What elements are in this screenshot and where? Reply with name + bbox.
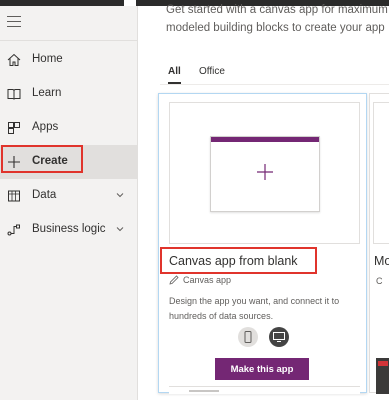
blank-canvas-illustration: [210, 136, 320, 212]
hamburger-menu-icon[interactable]: [7, 16, 21, 28]
canvas-app-card[interactable]: Canvas app from blank Canvas app Design …: [158, 93, 367, 394]
left-nav: Home Learn Apps Create Data Business log…: [0, 6, 138, 400]
intro-text: Get started with a canvas app for maximu…: [166, 1, 389, 37]
nav-item-label: Business logic: [32, 223, 106, 235]
create-highlight-box: [1, 145, 83, 173]
chevron-down-icon[interactable]: [116, 225, 124, 233]
intro-line-2: modeled building blocks to create your a…: [166, 22, 385, 34]
card2-title: Mo: [374, 254, 389, 268]
nav-item-label: Learn: [32, 87, 62, 99]
chevron-down-icon[interactable]: [116, 191, 124, 199]
model-app-card-peek[interactable]: Mo C: [369, 93, 389, 394]
tablet-layout-icon[interactable]: [269, 327, 289, 347]
apps-icon: [8, 122, 20, 134]
nav-item-label: Apps: [32, 121, 59, 133]
flow-icon: [7, 224, 20, 236]
plus-icon: [257, 164, 273, 180]
table-icon: [8, 190, 20, 202]
card-subtitle: Canvas app: [169, 275, 231, 285]
home-icon: [7, 53, 21, 66]
make-this-app-button[interactable]: Make this app: [215, 358, 309, 380]
intro-line-1: Get started with a canvas app for maximu…: [166, 4, 388, 16]
tab-all[interactable]: All: [168, 66, 181, 77]
book-icon: [7, 89, 21, 100]
nav-item-data[interactable]: Data: [0, 179, 138, 213]
tab-office[interactable]: Office: [199, 66, 225, 77]
card2-subtitle: C: [376, 276, 383, 286]
nav-item-learn[interactable]: Learn: [0, 77, 138, 111]
pencil-icon: [169, 275, 179, 285]
tabs-divider: [160, 84, 389, 85]
nav-item-home[interactable]: Home: [0, 43, 138, 77]
phone-layout-icon[interactable]: [238, 327, 258, 347]
nav-item-label: Data: [32, 189, 57, 201]
nav-item-apps[interactable]: Apps: [0, 111, 138, 145]
card-preview: [169, 102, 360, 244]
app-thumbnail: [376, 358, 389, 394]
card-description: Design the app you want, and connect it …: [169, 296, 340, 321]
card-title-highlight-box: [160, 247, 317, 274]
next-row-card-peek: [169, 386, 360, 394]
nav-item-label: Home: [32, 53, 63, 65]
nav-item-business-logic[interactable]: Business logic: [0, 213, 138, 247]
